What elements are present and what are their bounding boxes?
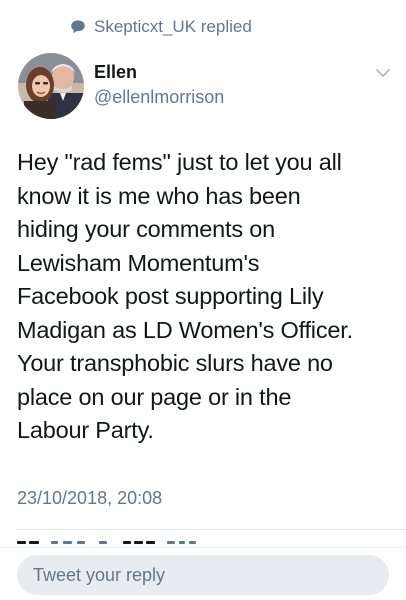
reply-input[interactable] [17, 555, 389, 595]
replied-text: Skepticxt_UK replied [94, 17, 252, 36]
stats-fragment [179, 541, 185, 544]
user-handle[interactable]: @ellenlmorrison [94, 86, 224, 108]
stats-fragment [17, 541, 26, 544]
speech-bubble-icon [71, 20, 85, 34]
reply-bar [0, 547, 406, 600]
stats-fragment [134, 541, 143, 544]
stats-fragment [63, 541, 72, 544]
stats-fragment [29, 541, 39, 544]
stats-fragment [99, 541, 107, 544]
display-name[interactable]: Ellen [94, 61, 137, 83]
tweet-timestamp: 23/10/2018, 20:08 [17, 488, 163, 508]
stats-fragment [146, 541, 155, 544]
tweet-detail-page: Skepticxt_UK replied Ellen @ellenlmorris… [0, 0, 406, 600]
replied-context[interactable]: Skepticxt_UK replied [70, 15, 252, 39]
tweet-text: Hey "rad fems" just to let you all know … [17, 149, 353, 443]
stats-fragment [189, 541, 196, 544]
chevron-down-icon[interactable] [374, 66, 392, 80]
divider [17, 529, 406, 530]
stats-fragment [123, 541, 131, 544]
avatar[interactable] [18, 53, 84, 119]
stats-fragment [51, 541, 58, 544]
engagement-stats[interactable] [17, 537, 217, 547]
stats-fragment [167, 541, 175, 544]
user-avatar [18, 53, 84, 119]
stats-fragment [77, 541, 85, 544]
